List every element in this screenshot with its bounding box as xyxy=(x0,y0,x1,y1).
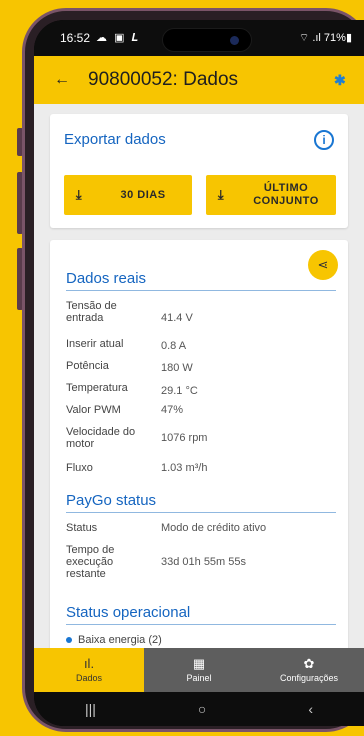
section-title-status-operacional: Status operacional xyxy=(66,604,191,621)
row-key: Potência xyxy=(66,360,109,372)
bar-chart-icon: ıl. xyxy=(83,656,95,671)
row-value: 41.4 V xyxy=(161,312,193,324)
status-bar: 16:52 ☁ ▣ 𝑳 ⌔ .ıl 71%▮ xyxy=(34,20,364,56)
section-divider xyxy=(66,290,336,291)
dashboard-icon: ▦ xyxy=(192,656,206,671)
export-card: Exportar dados i ⤓ 30 DIAS ⤓ ÚLTIMO CONJ… xyxy=(50,114,348,228)
nav-tab-label: Painel xyxy=(186,673,212,683)
row-key: Valor PWM xyxy=(66,404,121,416)
list-item-text: Baixa energia (2) xyxy=(78,634,162,646)
phone-screen: 16:52 ☁ ▣ 𝑳 ⌔ .ıl 71%▮ ← 90800052: Dados… xyxy=(34,20,364,726)
system-back-icon[interactable]: ‹ xyxy=(308,701,313,717)
gear-icon: ✿ xyxy=(303,656,315,671)
row-value: 1.03 m³/h xyxy=(161,462,208,474)
nav-tab-painel[interactable]: ▦ Painel xyxy=(144,648,254,692)
export-last-set-label: ÚLTIMO CONJUNTO xyxy=(253,182,319,207)
bluetooth-icon[interactable]: ✱ xyxy=(334,72,364,89)
app-bar: ← 90800052: Dados ✱ xyxy=(34,56,364,104)
row-value: 29.1 °C xyxy=(161,385,198,397)
nav-tab-dados[interactable]: ıl. Dados xyxy=(34,648,144,692)
download-icon: ⤓ xyxy=(75,187,83,202)
status-notification-icons: ☁ ▣ 𝑳 xyxy=(96,32,141,44)
system-nav-bar: ||| ○ ‹ xyxy=(34,692,364,726)
row-key: Tempo de execução restante xyxy=(66,544,115,580)
bullet-icon xyxy=(66,637,72,644)
row-key: Velocidade do motor xyxy=(66,426,136,450)
row-value: 33d 01h 55m 55s xyxy=(161,556,247,568)
section-divider xyxy=(66,624,336,625)
row-value: 1076 rpm xyxy=(161,432,208,444)
section-title-paygo: PayGo status xyxy=(66,492,157,509)
row-key: Fluxo xyxy=(66,462,93,474)
row-key: Inserir atual xyxy=(66,338,124,350)
download-icon: ⤓ xyxy=(217,187,225,202)
row-value: 47% xyxy=(161,404,184,416)
nav-tab-configuracoes[interactable]: ✿ Configurações xyxy=(254,648,364,692)
row-key: Tensão de entrada xyxy=(66,300,117,324)
status-battery-signal: ⌔ .ıl 71%▮ xyxy=(298,32,352,44)
back-arrow-icon[interactable]: ← xyxy=(34,71,70,89)
list-item: Baixa energia (2) xyxy=(66,634,162,646)
row-value: Modo de crédito ativo xyxy=(161,522,267,534)
section-title-dados-reais: Dados reais xyxy=(66,270,147,287)
content-area[interactable]: Exportar dados i ⤓ 30 DIAS ⤓ ÚLTIMO CONJ… xyxy=(34,104,364,668)
share-icon[interactable]: ⋖ xyxy=(308,250,338,280)
page-title: 90800052: Dados xyxy=(88,69,239,90)
recent-apps-icon[interactable]: ||| xyxy=(85,701,96,717)
camera-icon xyxy=(230,36,239,45)
home-icon[interactable]: ○ xyxy=(198,701,206,717)
status-time: 16:52 xyxy=(60,31,91,45)
camera-cutout xyxy=(162,28,252,52)
nav-tab-label: Dados xyxy=(75,673,102,683)
row-value: 0.8 A xyxy=(161,340,187,352)
export-30-days-label: 30 DIAS xyxy=(120,188,166,201)
info-icon[interactable]: i xyxy=(314,130,334,150)
bottom-nav: ıl. Dados ▦ Painel ✿ Configurações xyxy=(34,648,364,692)
row-key: Status xyxy=(66,522,98,534)
row-value: 180 W xyxy=(161,362,193,374)
nav-tab-label: Configurações xyxy=(279,673,339,683)
data-card: ⋖ Dados reais Tensão de entrada 41.4 V I… xyxy=(50,240,348,668)
export-title: Exportar dados xyxy=(64,131,166,148)
section-divider xyxy=(66,512,336,513)
export-30-days-button[interactable]: ⤓ 30 DIAS xyxy=(64,175,192,215)
export-last-set-button[interactable]: ⤓ ÚLTIMO CONJUNTO xyxy=(206,175,336,215)
row-key: Temperatura xyxy=(66,382,128,394)
